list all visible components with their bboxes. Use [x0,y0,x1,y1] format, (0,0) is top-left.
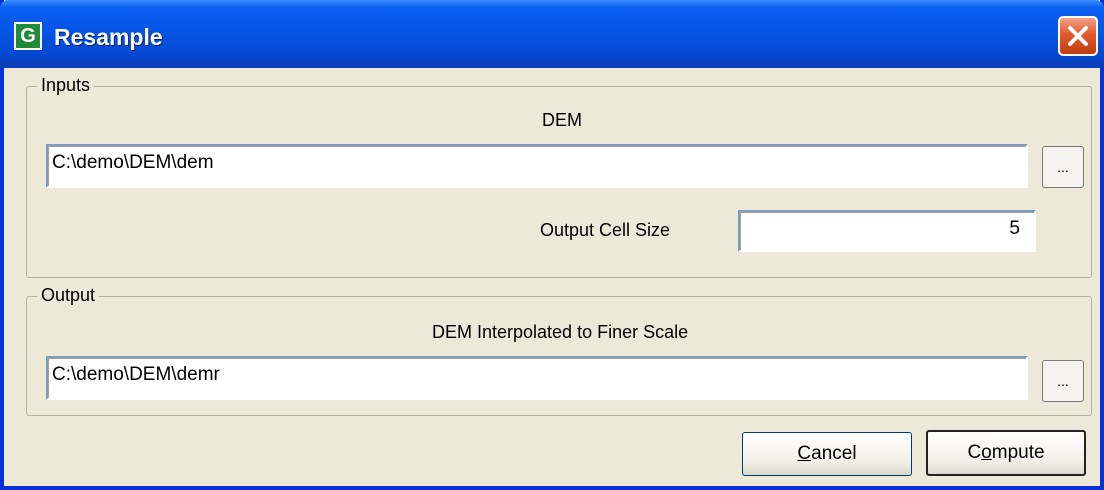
compute-mnemonic: o [981,442,992,463]
title-bar[interactable]: G Resample [0,0,1104,68]
window-title: Resample [54,24,163,50]
close-button[interactable] [1058,16,1098,56]
result-browse-button[interactable]: ... [1042,360,1084,402]
dem-path-field[interactable]: C:\demo\DEM\dem [46,144,1028,188]
inputs-legend: Inputs [37,75,95,96]
cancel-mnemonic: C [797,443,812,464]
output-legend: Output [37,285,100,306]
cell-size-label: Output Cell Size [540,220,671,240]
dem-label: DEM [542,110,582,130]
result-path-field[interactable]: C:\demo\DEM\demr [46,356,1028,400]
dem-browse-button[interactable]: ... [1042,146,1084,188]
app-icon: G [14,22,42,50]
cell-size-field[interactable]: 5 [738,210,1036,252]
compute-button[interactable]: Compute [926,430,1086,476]
cancel-button-label: ancel [811,443,857,464]
cancel-button[interactable]: Cancel [742,432,912,476]
resample-dialog: G Resample Inputs DEM C:\demo\DEM\dem ..… [0,0,1104,490]
compute-button-label: mpute [991,442,1045,463]
close-icon [1068,26,1088,46]
compute-button-prefix: C [967,442,982,463]
result-label: DEM Interpolated to Finer Scale [432,322,689,342]
